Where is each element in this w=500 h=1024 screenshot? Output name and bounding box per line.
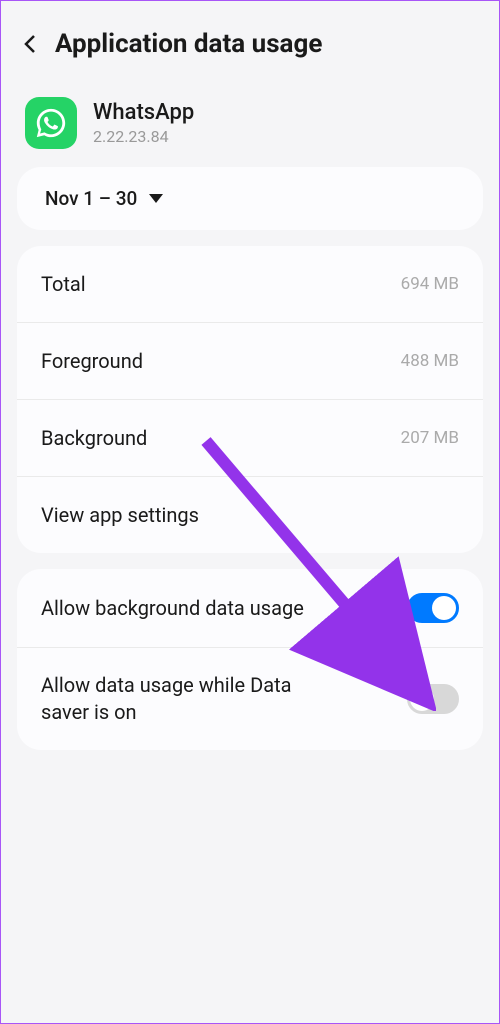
- stat-row-background: Background 207 MB: [17, 400, 483, 477]
- date-range-card: Nov 1 – 30: [17, 167, 483, 230]
- stat-value: 207 MB: [401, 428, 459, 448]
- back-button[interactable]: [23, 32, 37, 56]
- page-title: Application data usage: [55, 29, 322, 59]
- allow-background-data-toggle[interactable]: [407, 593, 459, 623]
- stat-label: Background: [41, 426, 147, 450]
- view-app-settings-link[interactable]: View app settings: [17, 477, 483, 553]
- stat-row-foreground: Foreground 488 MB: [17, 323, 483, 400]
- stat-label: Total: [41, 272, 86, 296]
- page-header: Application data usage: [17, 21, 483, 83]
- app-info-section: WhatsApp 2.22.23.84: [17, 83, 483, 167]
- whatsapp-icon: [25, 97, 77, 149]
- toggles-card: Allow background data usage Allow data u…: [17, 569, 483, 750]
- stat-value: 694 MB: [401, 274, 459, 294]
- date-range-label: Nov 1 – 30: [45, 187, 137, 210]
- usage-stats-card: Total 694 MB Foreground 488 MB Backgroun…: [17, 246, 483, 553]
- allow-data-saver-toggle[interactable]: [407, 684, 459, 714]
- toggle-row-data-saver: Allow data usage while Data saver is on: [17, 648, 483, 750]
- stat-row-total: Total 694 MB: [17, 246, 483, 323]
- app-meta: WhatsApp 2.22.23.84: [93, 100, 194, 146]
- app-name: WhatsApp: [93, 100, 194, 125]
- toggle-row-background-data: Allow background data usage: [17, 569, 483, 648]
- toggle-label: Allow data usage while Data saver is on: [41, 672, 341, 726]
- chevron-down-icon: [149, 194, 163, 203]
- stat-label: Foreground: [41, 349, 143, 373]
- date-range-selector[interactable]: Nov 1 – 30: [17, 167, 483, 230]
- stat-value: 488 MB: [401, 351, 459, 371]
- toggle-label: Allow background data usage: [41, 595, 304, 622]
- app-version: 2.22.23.84: [93, 127, 194, 146]
